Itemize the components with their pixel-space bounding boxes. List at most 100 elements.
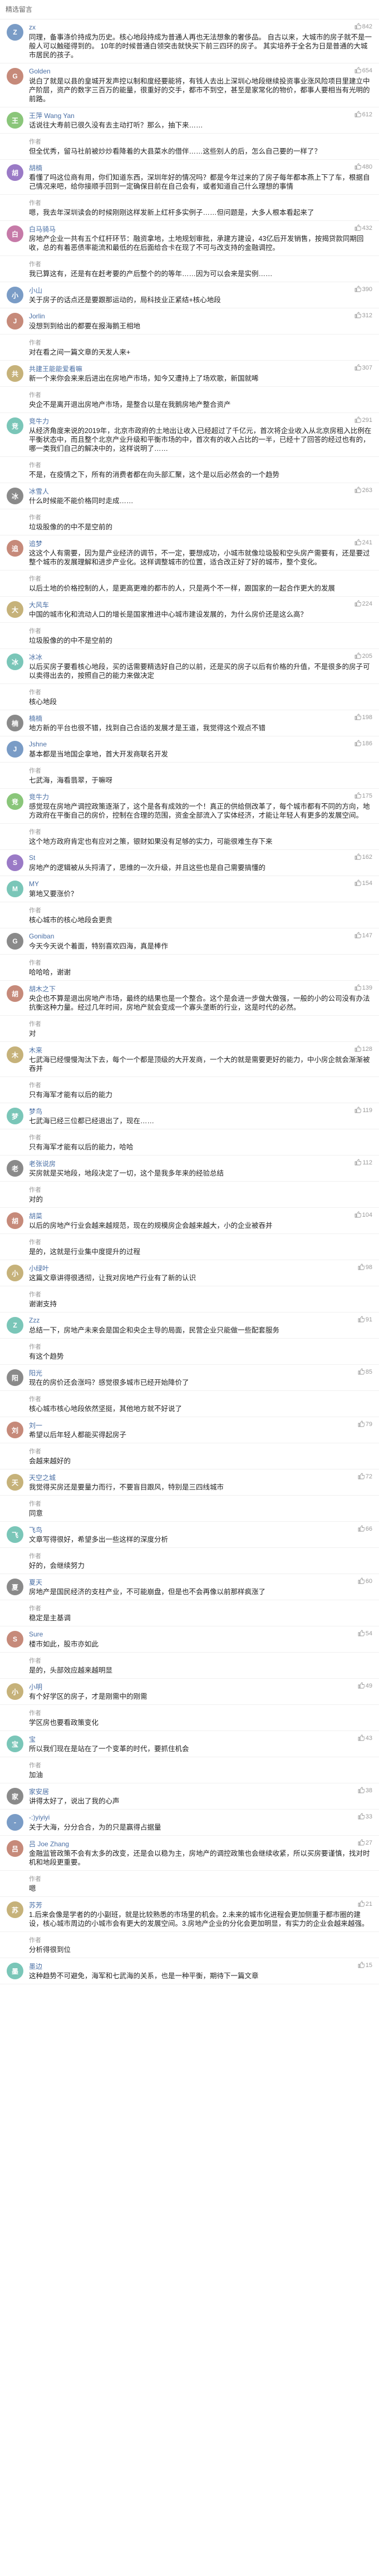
avatar[interactable]: S [7, 1631, 23, 1648]
avatar[interactable]: M [7, 881, 23, 897]
like-button[interactable]: 390 [355, 286, 372, 293]
like-button[interactable]: 291 [355, 416, 372, 424]
comment-username[interactable]: 追梦 [29, 540, 42, 548]
like-button[interactable]: 224 [355, 600, 372, 607]
avatar[interactable]: 梦 [7, 1108, 23, 1124]
avatar[interactable]: 小 [7, 1265, 23, 1281]
comment-username[interactable]: Goniban [29, 932, 54, 940]
comment-username[interactable]: 家安居 [29, 1788, 49, 1796]
comment-username[interactable]: 竞牛力 [29, 417, 49, 425]
comment-username[interactable]: 冰雪人 [29, 488, 49, 495]
like-button[interactable]: 312 [355, 312, 372, 319]
comment-username[interactable]: 阳光 [29, 1369, 42, 1377]
avatar[interactable]: G [7, 933, 23, 950]
avatar[interactable]: 胡 [7, 1212, 23, 1229]
comment-username[interactable]: -:)yiyiyi [29, 1813, 50, 1821]
avatar[interactable]: 阳 [7, 1369, 23, 1386]
comment-username[interactable]: 竞牛力 [29, 793, 49, 801]
comment-username[interactable]: 胡楠 [29, 164, 42, 172]
like-button[interactable]: 147 [355, 932, 372, 939]
comment-username[interactable]: 飞鸟 [29, 1526, 42, 1534]
comment-username[interactable]: 夏天 [29, 1579, 42, 1586]
comment-username[interactable]: 木来 [29, 1046, 42, 1054]
avatar[interactable]: 天 [7, 1474, 23, 1491]
like-button[interactable]: 112 [355, 1159, 372, 1166]
comment-username[interactable]: 胡菜 [29, 1212, 42, 1220]
like-button[interactable]: 38 [358, 1787, 372, 1794]
comment-username[interactable]: 胡木之下 [29, 985, 56, 993]
like-button[interactable]: 60 [358, 1577, 372, 1585]
comment-username[interactable]: 梦鸟 [29, 1108, 42, 1115]
avatar[interactable]: 小 [7, 287, 23, 303]
like-button[interactable]: 43 [358, 1734, 372, 1742]
like-button[interactable]: 842 [355, 23, 372, 30]
avatar[interactable]: Z [7, 24, 23, 41]
avatar[interactable]: J [7, 741, 23, 758]
like-button[interactable]: 198 [355, 714, 372, 721]
like-button[interactable]: 654 [355, 67, 372, 74]
avatar[interactable]: 冰 [7, 488, 23, 504]
like-button[interactable]: 15 [358, 1962, 372, 1969]
avatar[interactable]: 吕 [7, 1840, 23, 1857]
comment-username[interactable]: Jshne [29, 740, 47, 748]
comment-username[interactable]: Zzz [29, 1316, 40, 1324]
comment-username[interactable]: 楠楠 [29, 715, 42, 722]
avatar[interactable]: 白 [7, 225, 23, 242]
like-button[interactable]: 91 [358, 1316, 372, 1323]
like-button[interactable]: 49 [358, 1682, 372, 1689]
like-button[interactable]: 162 [355, 853, 372, 861]
comment-username[interactable]: 吕 Joe Zhang [29, 1840, 69, 1848]
comment-username[interactable]: 天空之城 [29, 1474, 56, 1482]
like-button[interactable]: 104 [355, 1211, 372, 1218]
like-button[interactable]: 66 [358, 1525, 372, 1532]
like-button[interactable]: 263 [355, 486, 372, 494]
avatar[interactable]: - [7, 1814, 23, 1831]
comment-username[interactable]: 冰冰 [29, 653, 42, 661]
comment-username[interactable]: 大风车 [29, 601, 49, 609]
like-button[interactable]: 27 [358, 1839, 372, 1846]
avatar[interactable]: 家 [7, 1788, 23, 1805]
avatar[interactable]: 竞 [7, 417, 23, 434]
avatar[interactable]: 老 [7, 1160, 23, 1177]
avatar[interactable]: 小 [7, 1683, 23, 1700]
comment-username[interactable]: zx [29, 23, 36, 31]
like-button[interactable]: 54 [358, 1630, 372, 1637]
avatar[interactable]: G [7, 68, 23, 85]
avatar[interactable]: 苏 [7, 1901, 23, 1918]
like-button[interactable]: 85 [358, 1368, 372, 1375]
avatar[interactable]: 木 [7, 1046, 23, 1063]
like-button[interactable]: 139 [355, 984, 372, 991]
comment-username[interactable]: Sure [29, 1630, 43, 1638]
avatar[interactable]: 夏 [7, 1579, 23, 1595]
comment-username[interactable]: St [29, 854, 35, 862]
avatar[interactable]: 楠 [7, 715, 23, 731]
avatar[interactable]: S [7, 854, 23, 871]
avatar[interactable]: 大 [7, 601, 23, 618]
like-button[interactable]: 119 [355, 1107, 372, 1114]
like-button[interactable]: 21 [358, 1900, 372, 1908]
comment-username[interactable]: 苏芳 [29, 1901, 42, 1909]
comment-username[interactable]: 小绿叶 [29, 1265, 49, 1272]
avatar[interactable]: 冰 [7, 653, 23, 670]
like-button[interactable]: 79 [358, 1420, 372, 1428]
comment-username[interactable]: 老张说房 [29, 1160, 56, 1168]
comment-username[interactable]: 白马骑马 [29, 225, 56, 233]
comment-username[interactable]: 王萍 Wang Yan [29, 112, 75, 120]
like-button[interactable]: 480 [355, 163, 372, 170]
avatar[interactable]: 共 [7, 365, 23, 382]
comment-username[interactable]: 小山 [29, 287, 42, 294]
like-button[interactable]: 33 [358, 1813, 372, 1820]
like-button[interactable]: 98 [358, 1264, 372, 1271]
avatar[interactable]: 胡 [7, 985, 23, 1002]
like-button[interactable]: 307 [355, 364, 372, 371]
like-button[interactable]: 186 [355, 740, 372, 747]
comment-username[interactable]: Jorlin [29, 312, 45, 320]
avatar[interactable]: J [7, 313, 23, 330]
avatar[interactable]: 竞 [7, 793, 23, 810]
avatar[interactable]: 王 [7, 112, 23, 129]
avatar[interactable]: 墨 [7, 1963, 23, 1979]
like-button[interactable]: 175 [355, 792, 372, 799]
comment-username[interactable]: MY [29, 880, 39, 888]
avatar[interactable]: 追 [7, 540, 23, 557]
like-button[interactable]: 241 [355, 539, 372, 546]
